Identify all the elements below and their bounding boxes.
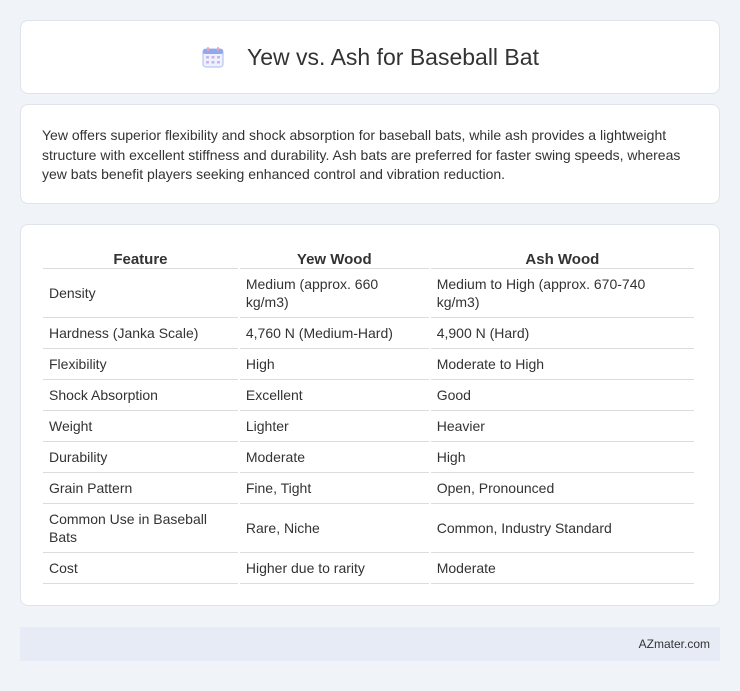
summary-text: Yew offers superior flexibility and shoc…	[42, 127, 681, 183]
table-row: Shock Absorption Excellent Good	[43, 380, 694, 411]
page-title: Yew vs. Ash for Baseball Bat	[247, 43, 539, 70]
comparison-table: Feature Yew Wood Ash Wood Density Medium…	[41, 247, 696, 584]
table-row: Flexibility High Moderate to High	[43, 349, 694, 380]
table-cell: High	[239, 349, 429, 380]
table-cell: Common, Industry Standard	[430, 504, 694, 553]
table-cell: Density	[43, 269, 238, 318]
table-cell: Moderate to High	[430, 349, 694, 380]
table-header-row: Feature Yew Wood Ash Wood	[43, 247, 694, 269]
footer-site-link[interactable]: AZmater.com	[639, 637, 710, 651]
table-cell: 4,760 N (Medium-Hard)	[239, 318, 429, 349]
table-cell: Moderate	[239, 442, 429, 473]
table-cell: Grain Pattern	[43, 473, 238, 504]
table-row: Durability Moderate High	[43, 442, 694, 473]
table-cell: Common Use in Baseball Bats	[43, 504, 238, 553]
table-row: Grain Pattern Fine, Tight Open, Pronounc…	[43, 473, 694, 504]
table-row: Common Use in Baseball Bats Rare, Niche …	[43, 504, 694, 553]
table-cell: Cost	[43, 553, 238, 584]
summary-card: Yew offers superior flexibility and shoc…	[20, 104, 720, 204]
table-cell: Flexibility	[43, 349, 238, 380]
title-card: Yew vs. Ash for Baseball Bat	[20, 20, 720, 94]
table-cell: Weight	[43, 411, 238, 442]
comparison-table-card: Feature Yew Wood Ash Wood Density Medium…	[20, 224, 720, 606]
table-row: Density Medium (approx. 660 kg/m3) Mediu…	[43, 269, 694, 318]
calendar-icon	[202, 47, 224, 68]
table-cell: Fine, Tight	[239, 473, 429, 504]
table-cell: Medium to High (approx. 670-740 kg/m3)	[430, 269, 694, 318]
table-cell: 4,900 N (Hard)	[430, 318, 694, 349]
table-cell: Higher due to rarity	[239, 553, 429, 584]
table-cell: Shock Absorption	[43, 380, 238, 411]
column-header-yew: Yew Wood	[239, 247, 429, 269]
table-row: Hardness (Janka Scale) 4,760 N (Medium-H…	[43, 318, 694, 349]
table-cell: Moderate	[430, 553, 694, 584]
table-cell: Hardness (Janka Scale)	[43, 318, 238, 349]
table-cell: Open, Pronounced	[430, 473, 694, 504]
table-row: Cost Higher due to rarity Moderate	[43, 553, 694, 584]
table-cell: High	[430, 442, 694, 473]
table-cell: Rare, Niche	[239, 504, 429, 553]
table-cell: Durability	[43, 442, 238, 473]
table-cell: Heavier	[430, 411, 694, 442]
footer: AZmater.com	[20, 627, 720, 661]
table-row: Weight Lighter Heavier	[43, 411, 694, 442]
table-cell: Medium (approx. 660 kg/m3)	[239, 269, 429, 318]
column-header-ash: Ash Wood	[430, 247, 694, 269]
table-cell: Good	[430, 380, 694, 411]
table-cell: Lighter	[239, 411, 429, 442]
table-cell: Excellent	[239, 380, 429, 411]
column-header-feature: Feature	[43, 247, 238, 269]
